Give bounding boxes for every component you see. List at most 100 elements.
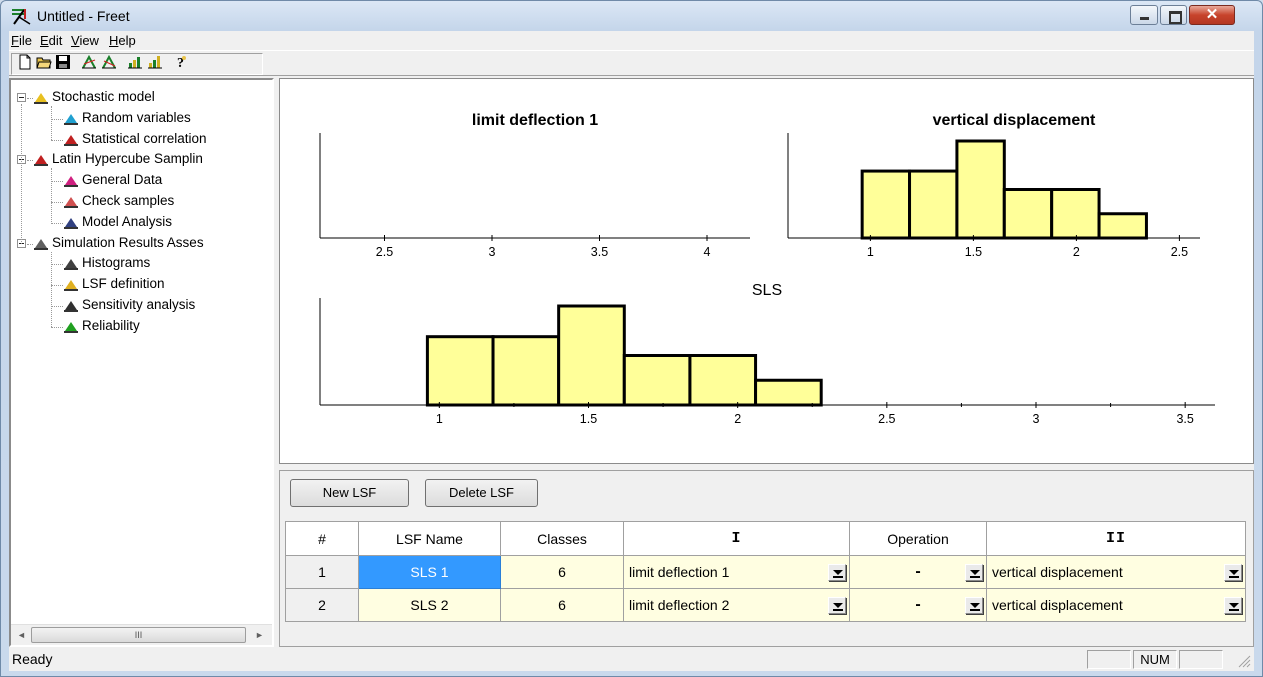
title-bar[interactable]: Untitled - Freet ✕ [1,1,1262,31]
lsf-table: # LSF Name Classes I Operation II 1 SLS … [285,521,1246,622]
check-samples-icon [63,194,79,209]
tree-connector [51,140,63,141]
menu-edit-label: dit [48,33,63,48]
menu-edit[interactable]: Edit [40,33,62,48]
tree-item-label: Reliability [82,318,140,333]
tree-connector [21,104,22,244]
lsf-chart-icon[interactable] [101,54,117,70]
x-tick-label: 3.5 [591,245,608,259]
open-folder-icon[interactable] [36,54,52,70]
reliability-icon [63,319,79,334]
operation-select[interactable]: - [849,588,987,622]
status-pane-num: NUM [1133,650,1177,669]
table-row[interactable]: 1 SLS 1 6 limit deflection 1 - vertical … [285,555,1246,589]
menu-edit-accelerator: E [40,33,49,48]
column-header-operation: Operation [849,521,987,556]
distribution-icon [63,111,79,126]
collapse-icon[interactable] [17,93,26,102]
general-data-icon [63,173,79,188]
lsf-name-cell[interactable]: SLS 1 [358,555,501,589]
histogram-charts: limit deflection 1 2.5 3 3.5 4 vertical displ… [319,112,1215,426]
x-tick-label: 1 [436,412,443,426]
maximize-button[interactable] [1160,5,1187,25]
histogram-bar [557,304,626,407]
first-variable-value: limit deflection 2 [629,597,730,613]
lsf-icon [63,277,79,292]
tree-item-label: Simulation Results Asses [52,235,204,250]
chart-title: vertical displacement [933,112,1096,129]
histogram-bar [955,139,1006,240]
dropdown-arrow-icon[interactable] [965,597,983,614]
scroll-left-icon[interactable]: ◄ [17,630,26,640]
classes-cell[interactable]: 6 [500,555,624,589]
dropdown-arrow-icon[interactable] [965,564,983,581]
delete-lsf-button[interactable]: Delete LSF [425,479,538,507]
first-variable-select[interactable]: limit deflection 1 [623,555,850,589]
x-tick-label: 3 [489,245,496,259]
dropdown-arrow-icon[interactable] [828,564,846,581]
status-pane-caps [1087,650,1131,669]
row-number: 1 [285,555,359,589]
horizontal-scrollbar[interactable]: ◄ III ► [11,624,272,645]
tree-connector [51,264,63,265]
scroll-thumb[interactable]: III [31,627,246,643]
classes-cell[interactable]: 6 [500,588,624,622]
chart-title: limit deflection 1 [472,112,598,129]
sampling-chart-icon[interactable] [127,54,143,70]
second-variable-select[interactable]: vertical displacement [986,588,1246,622]
save-icon[interactable] [55,54,71,70]
close-icon: ✕ [1205,6,1219,23]
tree-connector [27,244,33,245]
freet-app-icon [12,9,31,25]
dropdown-arrow-icon[interactable] [1224,597,1242,614]
lsf-definition-panel: New LSF Delete LSF # LSF Name Classes I … [279,470,1254,647]
status-pane-scroll [1179,650,1223,669]
tree-connector [51,306,63,307]
menu-file[interactable]: File [11,33,32,48]
tree-item-label: Latin Hypercube Samplin [52,151,203,166]
new-file-icon[interactable] [17,54,33,70]
x-tick-label: 4 [704,245,711,259]
x-tick-label: 2.5 [878,412,895,426]
x-tick-label: 1.5 [580,412,597,426]
histogram-bar [860,169,912,240]
new-lsf-button[interactable]: New LSF [290,479,409,507]
results-chart-icon[interactable] [147,54,163,70]
first-variable-select[interactable]: limit deflection 2 [623,588,850,622]
tree-item-label: Random variables [82,110,191,125]
x-tick-label: 3 [1033,412,1040,426]
tree-connector [51,202,63,203]
menu-help-accelerator: H [109,33,119,48]
operation-value: - [915,563,921,580]
tree-item-label: Sensitivity analysis [82,297,196,312]
histogram-bar [1097,212,1148,240]
help-icon[interactable]: ? [173,54,189,70]
menu-view[interactable]: View [71,33,99,48]
menu-help-label: elp [118,33,136,48]
x-tick-label: 1.5 [965,245,982,259]
column-header-classes: Classes [500,521,624,556]
sensitivity-icon [63,298,79,313]
second-variable-select[interactable]: vertical displacement [986,555,1246,589]
status-bar: Ready NUM [9,648,1254,671]
dropdown-arrow-icon[interactable] [828,597,846,614]
toolbar: ? [9,50,1254,76]
tree-connector [27,98,33,99]
histogram-bar [491,335,561,407]
tree-connector [51,106,52,140]
tree-item-label: Check samples [82,193,175,208]
minimize-button[interactable] [1130,5,1158,25]
scroll-right-icon[interactable]: ► [255,630,264,640]
app-window: Untitled - Freet ✕ File Edit View Help ?… [0,0,1263,677]
deflection-chart-icon[interactable] [81,54,97,70]
dropdown-arrow-icon[interactable] [1224,564,1242,581]
table-row[interactable]: 2 SLS 2 6 limit deflection 2 - vertical … [285,588,1246,622]
x-tick-label: 3.5 [1176,412,1193,426]
resize-grip-icon[interactable] [1237,654,1251,668]
lsf-name-cell[interactable]: SLS 2 [358,588,501,622]
menu-help[interactable]: Help [109,33,136,48]
histogram-icon [63,256,79,271]
close-button[interactable]: ✕ [1189,5,1235,25]
operation-select[interactable]: - [849,555,987,589]
navigation-tree: Stochastic model Random variables Statisti… [11,80,272,625]
